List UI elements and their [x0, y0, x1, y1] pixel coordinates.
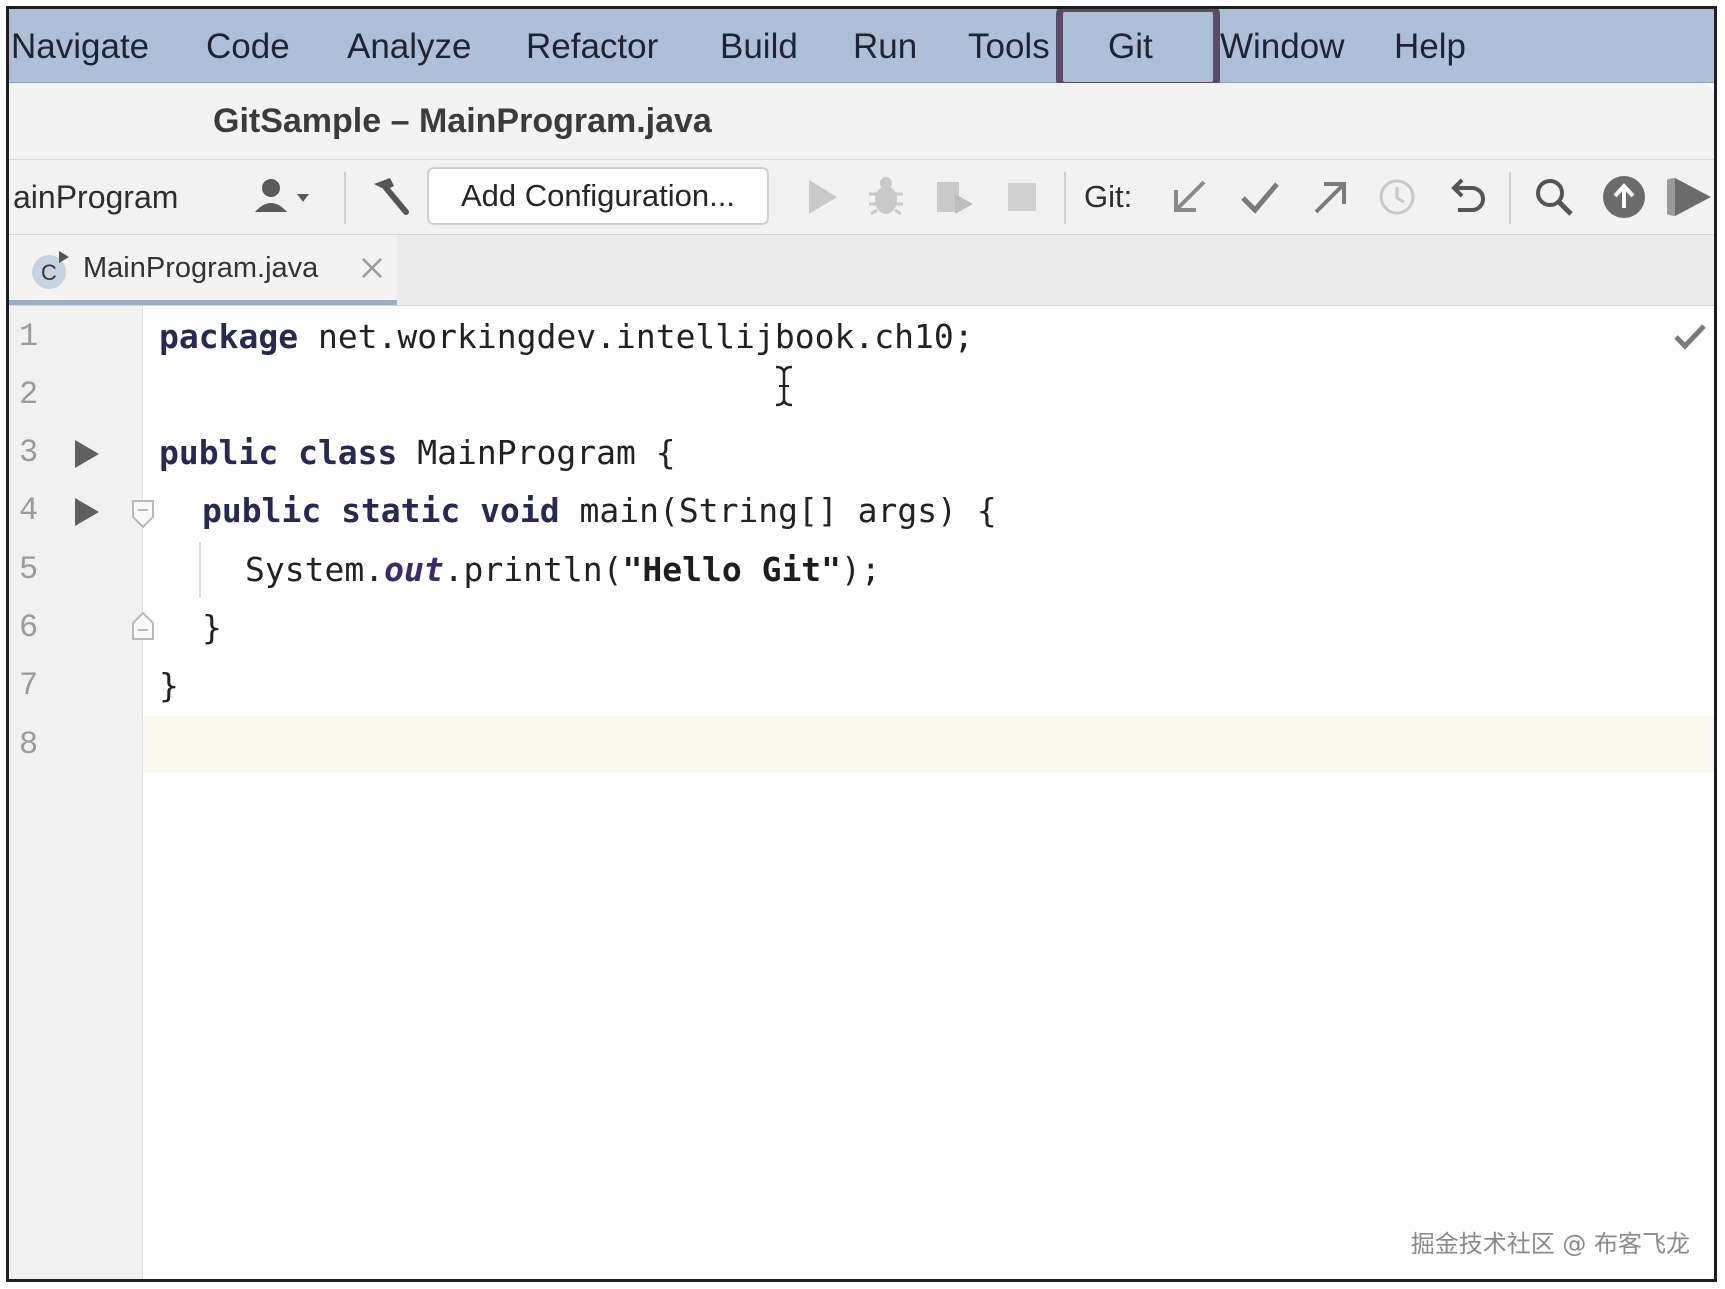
run-gutter-icon[interactable]	[73, 439, 101, 474]
history-icon[interactable]	[1372, 172, 1422, 222]
editor-gutter: 1 2 3 4 5 6 7 8	[9, 306, 154, 1279]
hammer-icon[interactable]	[364, 172, 414, 222]
toolbar: ainProgram Add Configuration... Git:	[9, 160, 1714, 235]
menu-window[interactable]: Window	[1220, 9, 1344, 82]
code-line-7: }	[159, 666, 179, 705]
upload-icon[interactable]	[1599, 172, 1649, 222]
menu-analyze[interactable]: Analyze	[347, 9, 472, 82]
run-icon[interactable]	[797, 172, 847, 222]
watermark: 掘金技术社区 @ 布客飞龙	[1410, 1230, 1690, 1258]
toolbar-separator	[1064, 172, 1066, 224]
indent-guide	[199, 542, 201, 598]
menu-bar: Navigate Code Analyze Refactor Build Run…	[9, 9, 1714, 89]
run-gutter-icon[interactable]	[73, 497, 101, 532]
title-bar: GitSample – MainProgram.java	[9, 83, 1714, 160]
debug-icon[interactable]	[861, 172, 911, 222]
search-icon[interactable]	[1529, 172, 1579, 222]
line-number: 5	[19, 551, 39, 588]
stop-icon[interactable]	[997, 172, 1047, 222]
code-line-3: public class MainProgram {	[159, 433, 676, 472]
rollback-icon[interactable]	[1442, 172, 1492, 222]
line-number: 8	[19, 726, 39, 763]
ide-window: Navigate Code Analyze Refactor Build Run…	[6, 6, 1717, 1282]
active-tab-indicator	[9, 300, 397, 305]
toolbar-separator	[344, 172, 346, 224]
close-icon[interactable]	[359, 255, 385, 286]
git-push-icon[interactable]	[1304, 172, 1354, 222]
java-class-icon: C	[29, 247, 75, 298]
git-update-icon[interactable]	[1166, 172, 1216, 222]
menu-help[interactable]: Help	[1394, 9, 1466, 82]
code-editor[interactable]: 1 2 3 4 5 6 7 8 package net.workingdev.i…	[9, 306, 1714, 1279]
code-line-4: public static void main(String[] args) {	[202, 491, 997, 530]
line-number: 1	[19, 318, 39, 355]
line-number: 2	[19, 376, 39, 413]
code-line-6: }	[202, 608, 222, 647]
coverage-icon[interactable]	[929, 172, 979, 222]
menu-git[interactable]: Git	[1108, 9, 1153, 82]
run-target-label[interactable]: ainProgram	[13, 160, 178, 234]
toolbar-separator	[1509, 172, 1511, 224]
tab-label[interactable]: MainProgram.java	[83, 235, 318, 301]
editor-tab-bar: C MainProgram.java	[9, 235, 1714, 306]
line-number: 4	[19, 492, 39, 529]
add-configuration-button[interactable]: Add Configuration...	[427, 167, 769, 225]
code-line-1: package net.workingdev.intellijbook.ch10…	[159, 317, 974, 356]
menu-navigate[interactable]: Navigate	[11, 9, 149, 82]
menu-run[interactable]: Run	[853, 9, 917, 82]
code-line-5: System.out.println("Hello Git");	[245, 550, 881, 589]
line-number: 6	[19, 609, 39, 646]
text-cursor-icon	[769, 364, 799, 413]
git-commit-icon[interactable]	[1235, 172, 1285, 222]
current-line-highlight	[143, 716, 1714, 773]
menu-build[interactable]: Build	[720, 9, 798, 82]
line-number: 3	[19, 434, 39, 471]
profiler-icon[interactable]	[1656, 172, 1714, 222]
tab-mainprogram[interactable]: C MainProgram.java	[9, 235, 397, 305]
user-icon[interactable]	[249, 172, 309, 222]
menu-refactor[interactable]: Refactor	[526, 9, 658, 82]
window-title: GitSample – MainProgram.java	[213, 102, 712, 140]
menu-code[interactable]: Code	[206, 9, 290, 82]
line-number: 7	[19, 667, 39, 704]
inspection-ok-icon[interactable]	[1673, 322, 1707, 357]
git-toolbar-label: Git:	[1084, 179, 1133, 214]
fold-icon[interactable]	[131, 499, 155, 534]
menu-tools[interactable]: Tools	[968, 9, 1050, 82]
fold-icon[interactable]	[131, 611, 155, 646]
svg-text:C: C	[41, 260, 57, 285]
